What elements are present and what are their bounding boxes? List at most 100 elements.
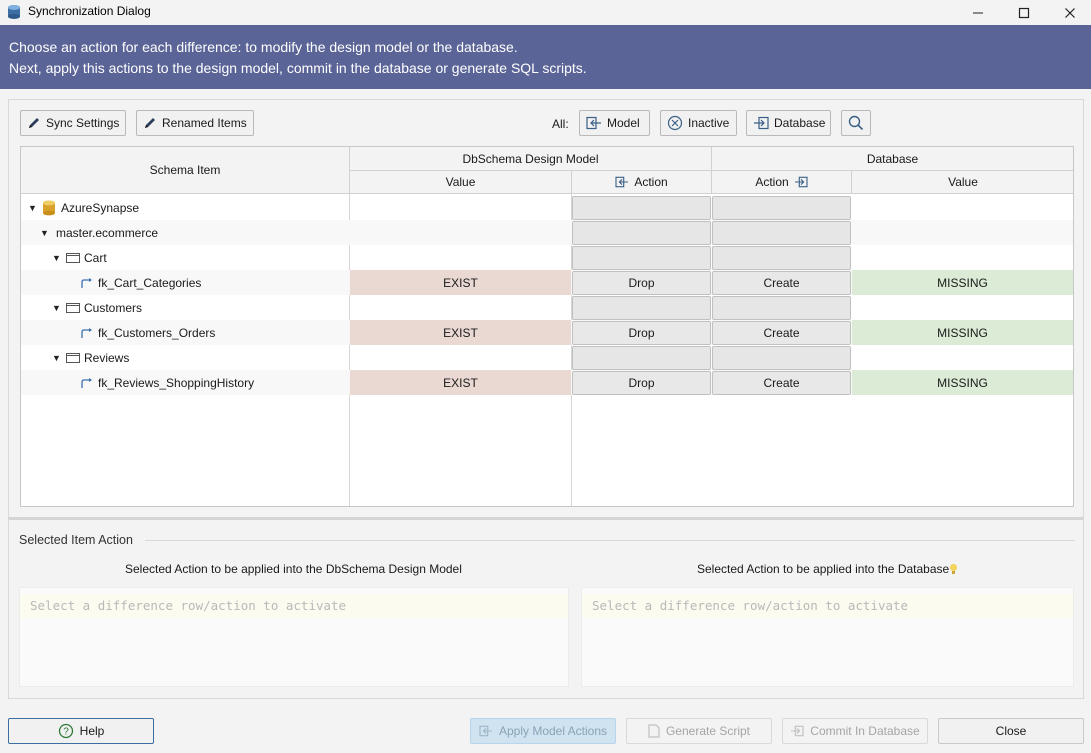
foreign-key-icon — [81, 327, 92, 338]
db-action-label: Selected Action to be applied into the D… — [697, 562, 958, 576]
all-database-label: Database — [774, 116, 826, 130]
header-design-model: DbSchema Design Model — [350, 147, 712, 171]
db-sql-editor[interactable]: Select a difference row/action to activa… — [581, 587, 1074, 687]
renamed-items-label: Renamed Items — [162, 116, 247, 130]
header-database: Database — [712, 147, 1073, 171]
db-action-button[interactable] — [712, 346, 851, 370]
table-icon — [66, 302, 80, 313]
section-divider — [145, 540, 1075, 541]
db-value-cell: MISSING — [852, 270, 1073, 295]
model-action-drop-button[interactable]: Drop — [572, 321, 711, 345]
model-value-cell: EXIST — [350, 320, 571, 345]
tree-label: Reviews — [84, 350, 130, 365]
close-button[interactable]: Close — [938, 718, 1084, 744]
model-action-button[interactable] — [572, 221, 711, 245]
tree-label: Customers — [84, 300, 143, 315]
all-model-button[interactable]: Model — [579, 110, 650, 136]
tree-row-foreign-key[interactable]: fk_Customers_Orders EXIST Drop Create MI… — [21, 320, 1073, 345]
expand-caret-icon[interactable]: ▼ — [28, 203, 40, 213]
tree-label: fk_Customers_Orders — [98, 325, 216, 340]
model-action-drop-button[interactable]: Drop — [572, 271, 711, 295]
banner-line-2: Next, apply this actions to the design m… — [9, 60, 587, 76]
tree-node: ▼ Cart — [52, 245, 107, 270]
model-sql-editor[interactable]: Select a difference row/action to activa… — [19, 587, 569, 687]
commit-in-database-label: Commit In Database — [810, 724, 920, 738]
close-label: Close — [995, 724, 1027, 738]
tree-row-table[interactable]: ▼ Customers — [21, 295, 1073, 320]
maximize-button[interactable] — [1001, 0, 1047, 25]
difference-grid: Schema Item DbSchema Design Model Databa… — [20, 146, 1074, 507]
help-label: Help — [79, 724, 105, 738]
export-right-icon — [754, 116, 769, 130]
tree-label: AzureSynapse — [61, 200, 140, 215]
expand-caret-icon[interactable]: ▼ — [52, 303, 64, 313]
db-value-cell: MISSING — [852, 370, 1073, 395]
model-action-button[interactable] — [572, 196, 711, 220]
model-action-button[interactable] — [572, 296, 711, 320]
search-button[interactable] — [841, 110, 871, 136]
db-action-create-button[interactable]: Create — [712, 371, 851, 395]
db-action-button[interactable] — [712, 221, 851, 245]
tree-row-foreign-key[interactable]: fk_Reviews_ShoppingHistory EXIST Drop Cr… — [21, 370, 1073, 395]
minimize-icon — [973, 12, 983, 13]
search-icon — [848, 115, 864, 131]
sync-settings-button[interactable]: Sync Settings — [20, 110, 126, 136]
expand-caret-icon[interactable]: ▼ — [40, 228, 52, 238]
model-action-drop-button[interactable]: Drop — [572, 371, 711, 395]
cancel-circle-icon — [667, 115, 683, 131]
generate-script-label: Generate Script — [665, 724, 751, 738]
pencil-icon — [29, 118, 39, 128]
import-left-icon — [615, 176, 629, 188]
table-icon — [66, 352, 80, 363]
tree-node: ▼ Customers — [52, 295, 142, 320]
commit-in-database-button[interactable]: Commit In Database — [782, 718, 928, 744]
db-action-button[interactable] — [712, 296, 851, 320]
tree-row-database[interactable]: ▼ AzureSynapse — [21, 195, 1073, 220]
db-action-label-text: Selected Action to be applied into the D… — [697, 562, 950, 576]
tree-row-table[interactable]: ▼ Reviews — [21, 345, 1073, 370]
all-label: All: — [552, 117, 569, 131]
apply-model-actions-button[interactable]: Apply Model Actions — [470, 718, 616, 744]
model-action-button[interactable] — [572, 246, 711, 270]
selected-item-title: Selected Item Action — [19, 533, 133, 547]
db-action-create-button[interactable]: Create — [712, 271, 851, 295]
import-left-icon — [479, 725, 492, 737]
header-db-action-label: Action — [755, 175, 789, 189]
expand-caret-icon[interactable]: ▼ — [52, 253, 64, 263]
db-action-button[interactable] — [712, 196, 851, 220]
foreign-key-icon — [81, 377, 92, 388]
header-db-value[interactable]: Value — [852, 171, 1073, 194]
panel-splitter[interactable] — [8, 517, 1084, 520]
renamed-items-button[interactable]: Renamed Items — [136, 110, 254, 136]
instruction-banner: Choose an action for each difference: to… — [0, 25, 1091, 89]
model-action-button[interactable] — [572, 346, 711, 370]
tree-label: fk_Reviews_ShoppingHistory — [98, 375, 255, 390]
all-inactive-label: Inactive — [688, 116, 730, 130]
generate-script-button[interactable]: Generate Script — [626, 718, 772, 744]
tree-label: master.ecommerce — [56, 225, 159, 240]
maximize-icon — [1018, 7, 1030, 18]
close-window-button[interactable] — [1047, 0, 1091, 25]
help-icon: ? — [58, 723, 73, 739]
all-database-button[interactable]: Database — [746, 110, 831, 136]
all-inactive-button[interactable]: Inactive — [660, 110, 737, 136]
app-icon — [8, 5, 20, 19]
tree-node: ▼ master.ecommerce — [40, 220, 158, 245]
minimize-button[interactable] — [955, 0, 1001, 25]
tree-row-schema[interactable]: ▼ master.ecommerce — [21, 220, 1073, 245]
svg-text:?: ? — [63, 727, 69, 738]
db-action-button[interactable] — [712, 246, 851, 270]
header-model-value[interactable]: Value — [350, 171, 572, 194]
close-icon — [1065, 7, 1075, 18]
header-model-action[interactable]: Action — [572, 171, 712, 194]
header-db-action[interactable]: Action — [712, 171, 852, 194]
header-schema-item[interactable]: Schema Item — [21, 147, 350, 194]
database-icon — [43, 200, 55, 215]
expand-caret-icon[interactable]: ▼ — [52, 353, 64, 363]
tree-row-foreign-key[interactable]: fk_Cart_Categories EXIST Drop Create MIS… — [21, 270, 1073, 295]
table-icon — [66, 252, 80, 263]
help-button[interactable]: ? Help — [8, 718, 154, 744]
db-action-create-button[interactable]: Create — [712, 321, 851, 345]
tree-row-table[interactable]: ▼ Cart — [21, 245, 1073, 270]
model-value-cell: EXIST — [350, 370, 571, 395]
